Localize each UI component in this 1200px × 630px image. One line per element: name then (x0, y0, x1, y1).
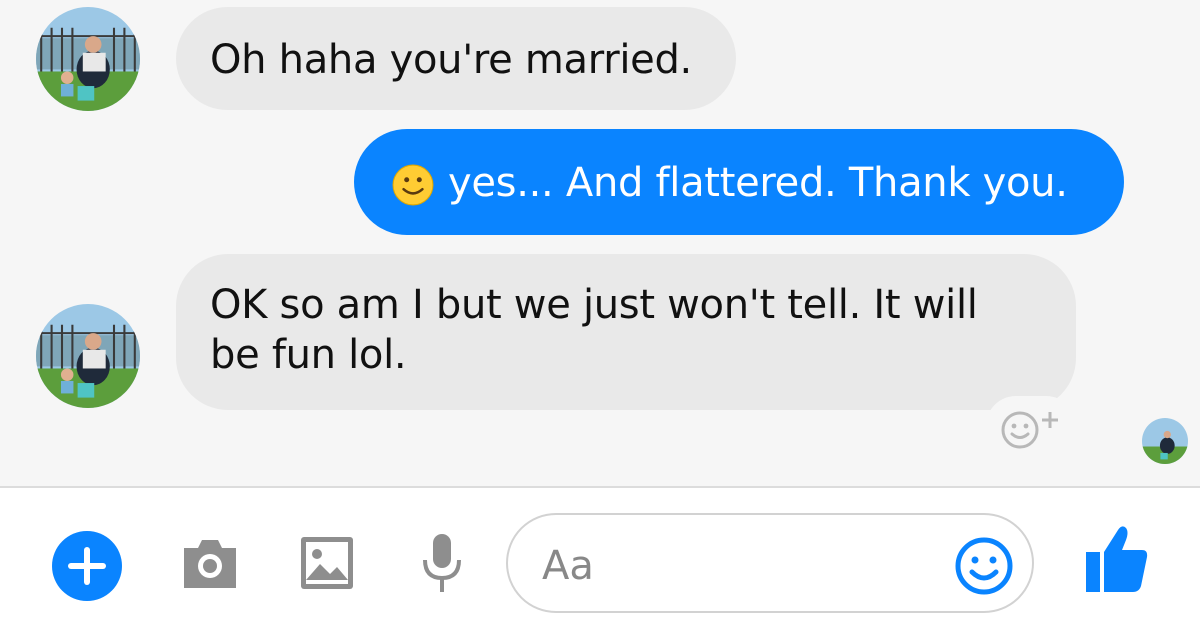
outgoing-message[interactable]: yes... And flattered. Thank you. (354, 129, 1124, 235)
incoming-message[interactable]: OK so am I but we just won't tell. It wi… (176, 254, 1076, 410)
contact-avatar[interactable] (36, 7, 140, 111)
camera-icon (184, 540, 236, 588)
smiley-icon (955, 537, 1013, 595)
message-input-placeholder: Aa (542, 543, 594, 589)
contact-avatar-image (36, 7, 140, 111)
message-text: yes... And flattered. Thank you. (448, 160, 1068, 206)
seen-avatar-image (1142, 418, 1188, 464)
camera-button[interactable] (180, 536, 240, 594)
more-actions-button[interactable] (52, 531, 122, 601)
contact-avatar[interactable] (36, 304, 140, 408)
add-reaction-button[interactable] (986, 396, 1076, 464)
seen-indicator-avatar (1142, 418, 1188, 464)
microphone-icon (423, 534, 461, 592)
message-text: OK so am I but we just won't tell. It wi… (210, 282, 978, 378)
voice-button[interactable] (420, 532, 464, 598)
slight-smile-emoji-icon (392, 164, 434, 206)
message-text: Oh haha you're married. (210, 37, 692, 83)
contact-avatar-image (36, 304, 140, 408)
emoji-button[interactable] (954, 536, 1014, 600)
plus-icon (68, 547, 106, 585)
thumbs-up-icon (1086, 526, 1148, 592)
image-icon (301, 537, 353, 589)
gallery-button[interactable] (300, 536, 354, 594)
message-thread: Oh haha you're married. yes... And flatt… (0, 0, 1200, 486)
like-button[interactable] (1084, 522, 1150, 598)
incoming-message[interactable]: Oh haha you're married. (176, 7, 736, 110)
add-reaction-icon (1001, 411, 1058, 449)
